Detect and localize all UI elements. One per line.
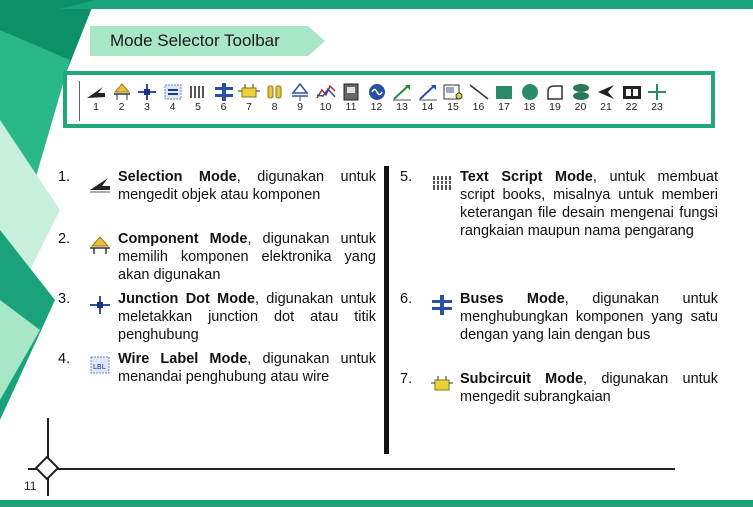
toolbar-tool-17[interactable]: 17 xyxy=(492,81,516,121)
toolbar-tool-9[interactable]: 9 xyxy=(288,81,312,121)
component-mode-icon xyxy=(88,234,112,256)
tape-recorder-icon xyxy=(339,81,363,103)
item-number: 3. xyxy=(58,291,71,307)
item-number: 1. xyxy=(58,169,71,185)
device-pins-icon xyxy=(288,81,312,103)
junction-dot-icon xyxy=(88,294,112,316)
item-title: Junction Dot Mode xyxy=(118,291,255,307)
closed-path-icon xyxy=(569,81,593,103)
toolbar-tool-5[interactable]: 5 xyxy=(186,81,210,121)
text-icon xyxy=(594,81,618,103)
text-script-icon xyxy=(186,81,210,103)
item-title: Text Script Mode xyxy=(460,169,593,185)
toolbar-tool-12[interactable]: 12 xyxy=(365,81,389,121)
item-title: Subcircuit Mode xyxy=(460,371,584,387)
symbol-icon xyxy=(620,81,644,103)
column-divider xyxy=(384,166,389,454)
selection-mode-icon xyxy=(84,81,108,103)
item-number: 2. xyxy=(58,231,71,247)
toolbar-tool-7[interactable]: 7 xyxy=(237,81,261,121)
footer-rule xyxy=(28,468,675,470)
virtual-instruments-icon xyxy=(441,81,465,103)
toolbar-tool-13[interactable]: 13 xyxy=(390,81,414,121)
toolbar-tool-2[interactable]: 2 xyxy=(110,81,134,121)
toolbar-tool-21[interactable]: 21 xyxy=(594,81,618,121)
toolbar-tool-1[interactable]: 1 xyxy=(84,81,108,121)
item-title: Wire Label Mode xyxy=(118,351,248,367)
subcircuit-icon xyxy=(430,374,454,396)
junction-dot-icon xyxy=(135,81,159,103)
toolbar-tool-6[interactable]: 6 xyxy=(212,81,236,121)
voltage-probe-icon xyxy=(390,81,414,103)
box-icon xyxy=(492,81,516,103)
toolbar-tool-10[interactable]: 10 xyxy=(314,81,338,121)
item-number: 4. xyxy=(58,351,71,367)
item-number: 7. xyxy=(400,371,413,387)
item-title: Component Mode xyxy=(118,231,248,247)
toolbar-strip: 1 2 3 4 5 6 7 8 9 10 11 12 13 14 15 16 17 18 19 20 21 22 23 xyxy=(79,81,699,121)
svg-text:LBL: LBL xyxy=(93,363,106,371)
page-title: Mode Selector Toolbar xyxy=(110,31,280,50)
diamond-ornament xyxy=(35,456,59,480)
wire-label-icon: LBL xyxy=(88,354,112,376)
item-title: Buses Mode xyxy=(460,291,565,307)
mode-selector-toolbar: 1 2 3 4 5 6 7 8 9 10 11 12 13 14 15 16 17 18 19 20 21 22 23 xyxy=(63,71,715,128)
toolbar-tool-4[interactable]: 4 xyxy=(161,81,185,121)
buses-icon xyxy=(430,294,454,316)
selection-mode-icon xyxy=(88,172,112,194)
buses-icon xyxy=(212,81,236,103)
graph-icon xyxy=(314,81,338,103)
toolbar-tool-20[interactable]: 20 xyxy=(569,81,593,121)
terminals-icon xyxy=(263,81,287,103)
item-number: 6. xyxy=(400,291,413,307)
bottom-accent-bar xyxy=(0,500,753,507)
toolbar-tool-15[interactable]: 15 xyxy=(441,81,465,121)
item-title: Selection Mode xyxy=(118,169,237,185)
toolbar-tool-23[interactable]: 23 xyxy=(645,81,669,121)
item-number: 5. xyxy=(400,169,413,185)
current-probe-icon xyxy=(416,81,440,103)
toolbar-tool-16[interactable]: 16 xyxy=(467,81,491,121)
toolbar-tool-18[interactable]: 18 xyxy=(518,81,542,121)
toolbar-tool-19[interactable]: 19 xyxy=(543,81,567,121)
subcircuit-icon xyxy=(237,81,261,103)
arc-icon xyxy=(543,81,567,103)
title-banner: Mode Selector Toolbar xyxy=(90,26,325,56)
toolbar-tool-14[interactable]: 14 xyxy=(416,81,440,121)
toolbar-tool-8[interactable]: 8 xyxy=(263,81,287,121)
text-script-icon xyxy=(430,172,454,194)
toolbar-tool-3[interactable]: 3 xyxy=(135,81,159,121)
marker-icon xyxy=(645,81,669,103)
generator-icon xyxy=(365,81,389,103)
component-mode-icon xyxy=(110,81,134,103)
toolbar-tool-22[interactable]: 22 xyxy=(620,81,644,121)
page-number: 11 xyxy=(24,479,37,493)
wire-label-icon xyxy=(161,81,185,103)
line-icon xyxy=(467,81,491,103)
circle-icon xyxy=(518,81,542,103)
toolbar-tool-11[interactable]: 11 xyxy=(339,81,363,121)
